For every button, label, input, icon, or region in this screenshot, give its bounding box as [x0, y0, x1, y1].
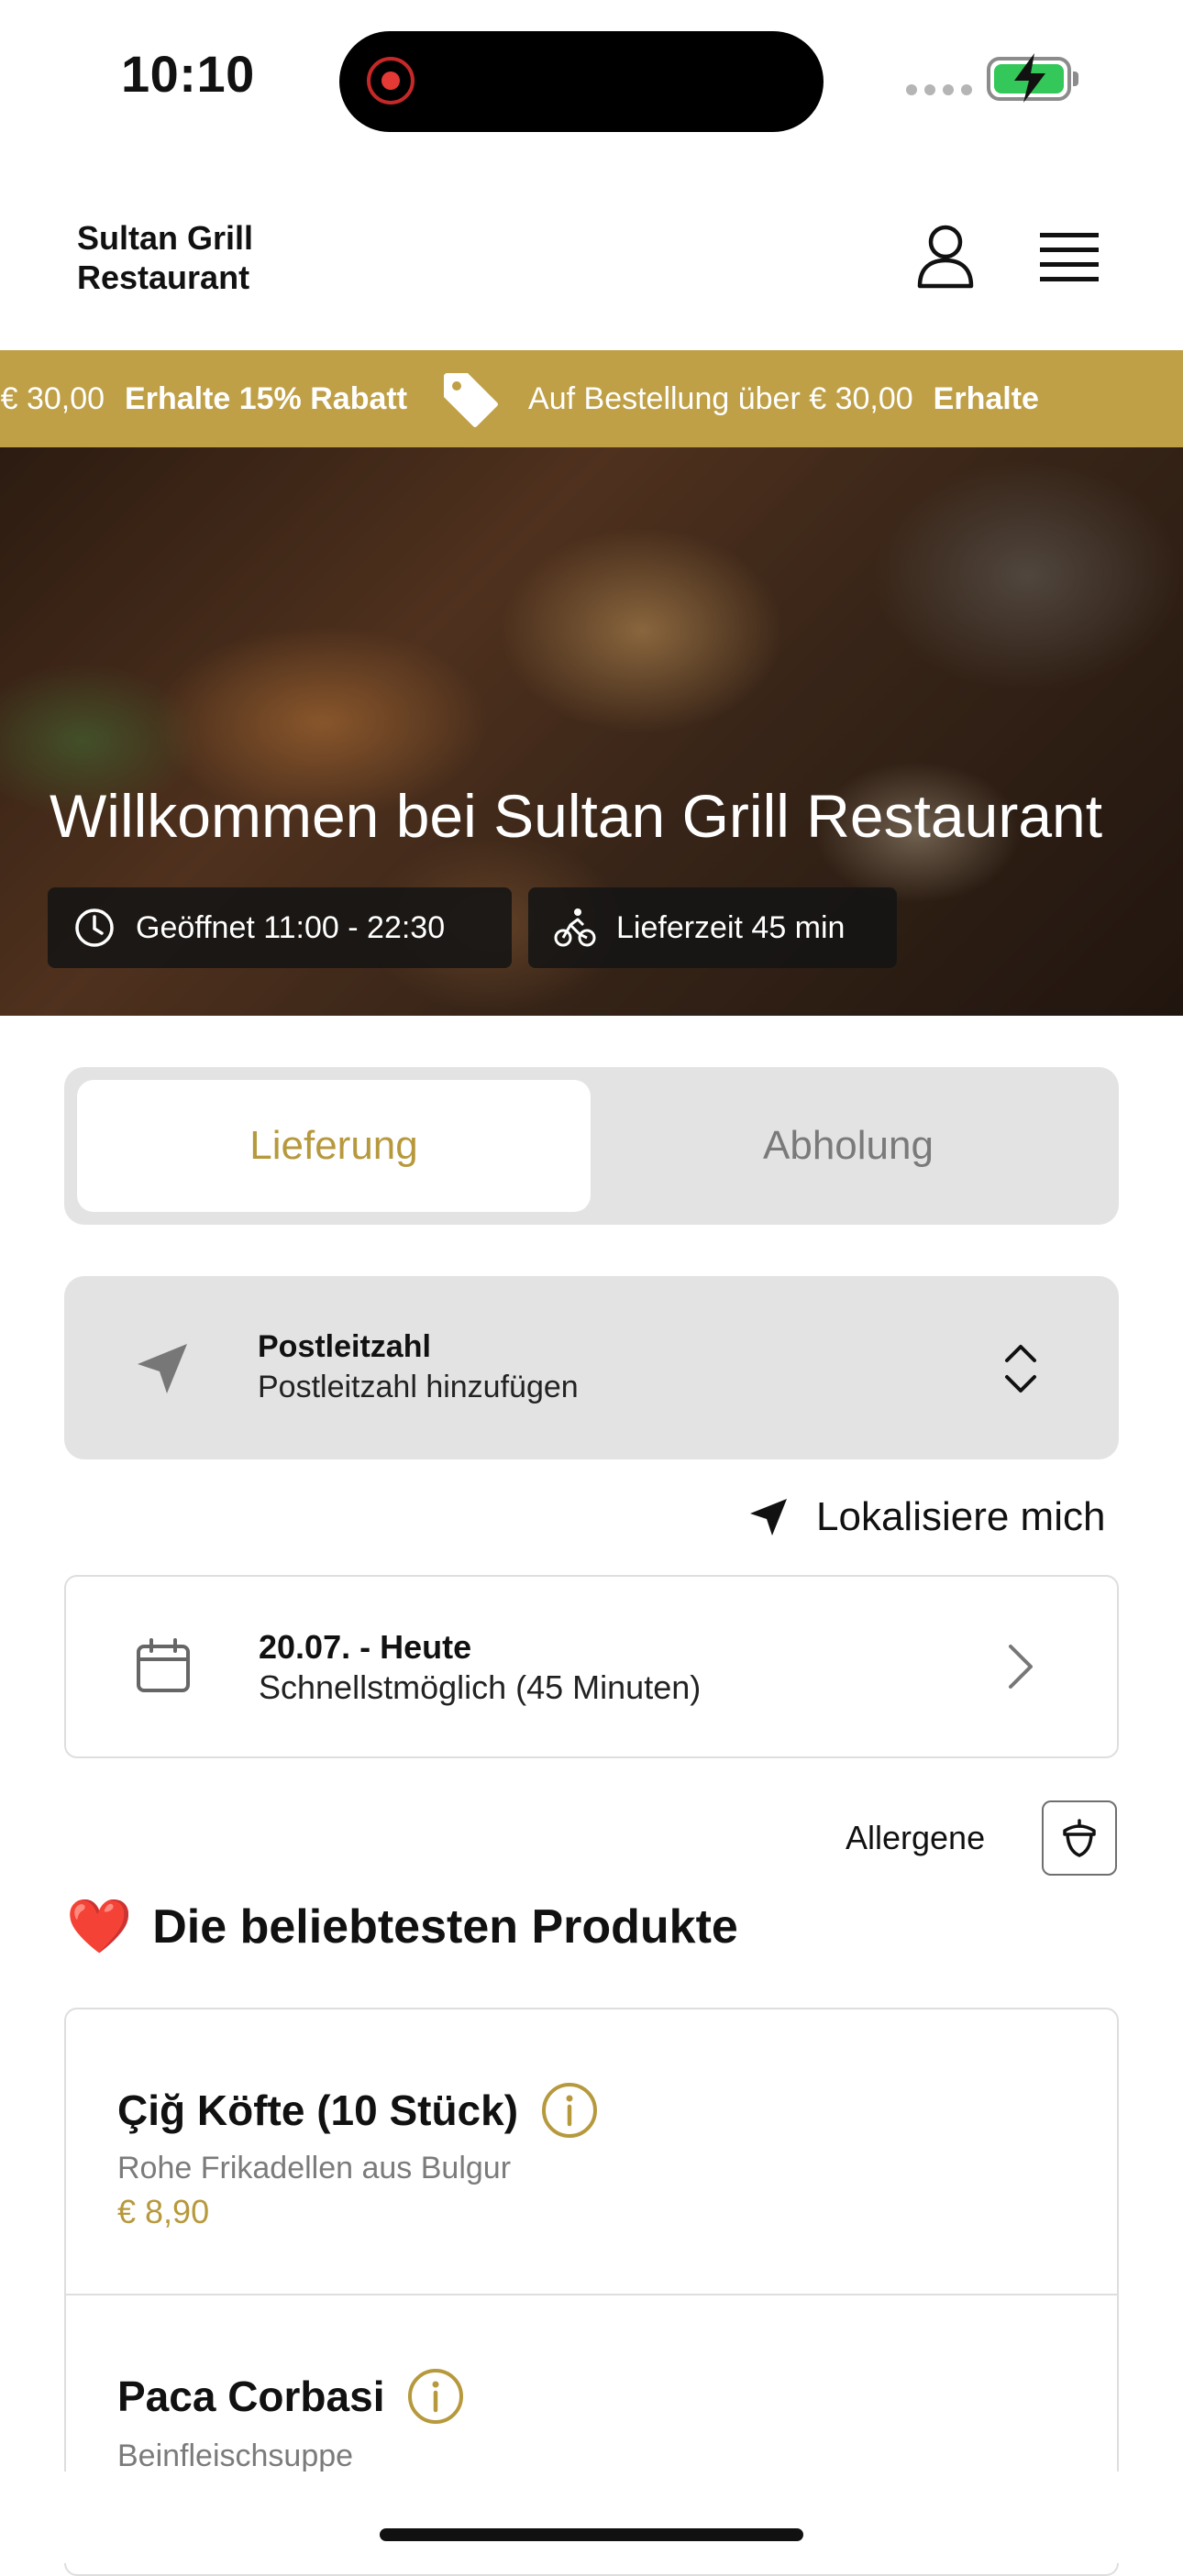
brand-line1: Sultan Grill	[77, 219, 254, 257]
section-title-popular: ❤️ Die beliebtesten Produkte	[66, 1899, 738, 1954]
heart-emoji: ❤️	[66, 1897, 133, 1956]
battery-cap	[1073, 72, 1078, 86]
bolt-icon	[1014, 53, 1045, 103]
promo-track: ber € 30,00 Erhalte 15% Rabatt Auf Beste…	[0, 350, 1070, 447]
clock-icon	[75, 908, 114, 947]
postal-code-selector[interactable]	[64, 1276, 1119, 1459]
menu-icon[interactable]	[1040, 231, 1099, 282]
acorn-icon	[1063, 1819, 1096, 1857]
calendar-icon	[137, 1638, 190, 1692]
opening-hours-chip: Geöffnet 11:00 - 22:30	[48, 887, 512, 968]
locate-me-label: Lokalisiere mich	[816, 1494, 1106, 1539]
delivery-time-option: Schnellstmöglich (45 Minuten)	[259, 1668, 702, 1706]
chevron-up-down-icon	[1005, 1345, 1036, 1393]
delivery-time-text: Lieferzeit 45 min	[616, 909, 846, 945]
screen-recording-icon	[367, 57, 415, 105]
info-icon[interactable]	[406, 2367, 465, 2426]
postal-code-label: Postleitzahl	[258, 1329, 431, 1364]
product-price: € 8,90	[117, 2193, 210, 2230]
hero-title: Willkommen bei Sultan Grill Restaurant	[50, 782, 1103, 850]
opening-hours-text: Geöffnet 11:00 - 22:30	[136, 909, 446, 945]
delivery-time-selector[interactable]	[64, 1575, 1119, 1758]
locate-me-button[interactable]: Lokalisiere mich	[748, 1494, 1105, 1540]
promo-text: Auf Bestellung über € 30,00	[528, 380, 913, 416]
navigation-arrow-icon	[750, 1499, 787, 1536]
bicycle-icon	[554, 908, 596, 947]
product-name-text: Paca Corbasi	[117, 2372, 385, 2420]
section-title-text: Die beliebtesten Produkte	[152, 1900, 738, 1954]
product-description: Beinfleischsuppe	[117, 2438, 354, 2473]
promo-banner[interactable]: ber € 30,00 Erhalte 15% Rabatt Auf Beste…	[0, 350, 1183, 447]
signal-dots-icon	[906, 84, 972, 95]
status-time: 10:10	[121, 45, 255, 103]
home-indicator[interactable]	[380, 2528, 803, 2541]
promo-highlight: Erhalte	[933, 380, 1039, 416]
postal-code-placeholder[interactable]: Postleitzahl hinzufügen	[258, 1370, 579, 1405]
bottom-safe-area	[0, 2471, 1183, 2563]
location-arrow-icon	[138, 1344, 187, 1393]
product-divider	[64, 2294, 1119, 2295]
tab-abholung[interactable]: Abholung	[591, 1080, 1106, 1212]
promo-text: ber € 30,00	[0, 380, 105, 416]
allergens-label: Allergene	[846, 1819, 986, 1856]
product-description: Rohe Frikadellen aus Bulgur	[117, 2151, 512, 2185]
info-icon[interactable]	[540, 2081, 599, 2140]
brand-line2: Restaurant	[77, 259, 250, 296]
tab-lieferung[interactable]: Lieferung	[77, 1080, 591, 1212]
promo-highlight: Erhalte 15% Rabatt	[125, 380, 408, 416]
allergens-button[interactable]	[1042, 1800, 1117, 1876]
delivery-time-chip: Lieferzeit 45 min	[528, 887, 897, 968]
tag-icon	[444, 373, 499, 427]
product-name-text: Çiğ Köfte (10 Stück)	[117, 2086, 519, 2134]
chevron-right-icon	[1009, 1645, 1033, 1689]
brand-name[interactable]: Sultan Grill Restaurant	[77, 218, 352, 297]
product-name[interactable]: Çiğ Köfte (10 Stück)	[117, 2081, 599, 2140]
product-name[interactable]: Paca Corbasi	[117, 2367, 465, 2426]
delivery-date: 20.07. - Heute	[259, 1628, 472, 1666]
user-icon[interactable]	[915, 224, 976, 290]
